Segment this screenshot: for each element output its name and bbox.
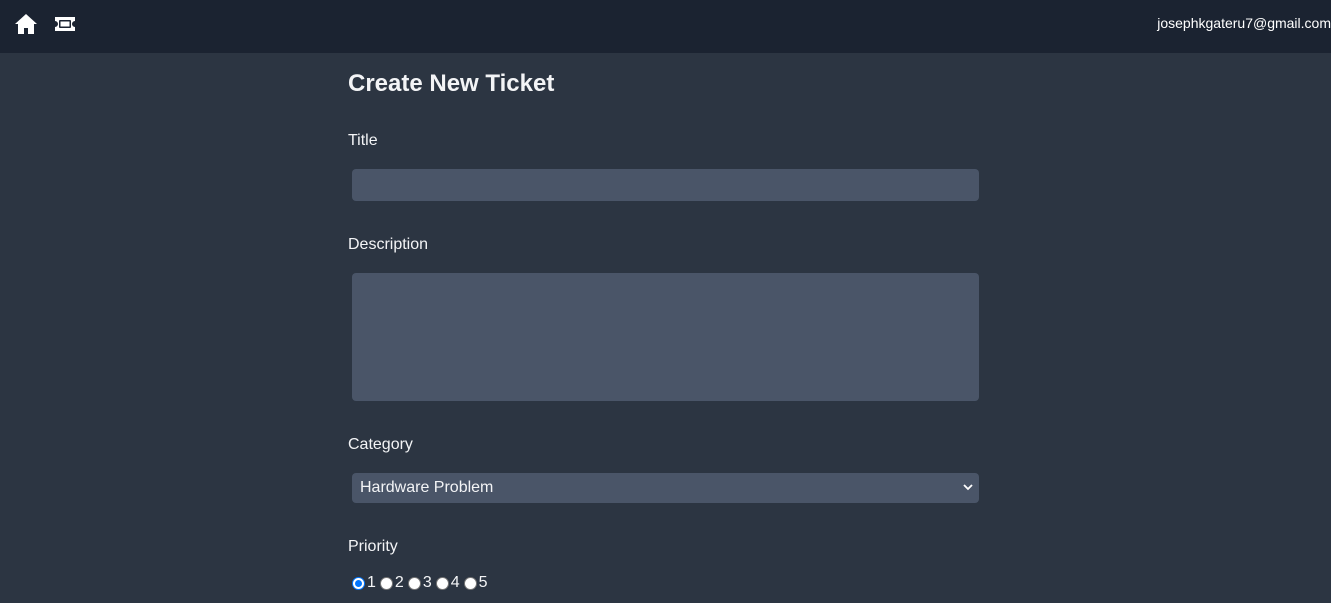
priority-label: Priority xyxy=(348,538,398,555)
home-icon[interactable] xyxy=(13,12,39,36)
priority-radio-4[interactable] xyxy=(435,576,449,590)
description-textarea[interactable] xyxy=(352,273,979,401)
ticket-icon[interactable] xyxy=(52,12,78,36)
user-email: josephkgateru7@gmail.com xyxy=(1157,15,1331,31)
priority-radio-2[interactable] xyxy=(379,576,393,590)
priority-radio-1[interactable] xyxy=(352,576,365,590)
top-navbar: josephkgateru7@gmail.com xyxy=(0,0,1331,53)
title-label: Title xyxy=(348,132,378,149)
priority-radio-3[interactable] xyxy=(407,576,421,590)
priority-radio-label: 5 xyxy=(478,574,488,591)
description-label: Description xyxy=(348,236,429,253)
title-input[interactable] xyxy=(352,169,979,201)
priority-radio-group: 1 2 3 4 5 xyxy=(352,573,492,593)
category-select[interactable]: Hardware Problem xyxy=(352,473,979,503)
category-label: Category xyxy=(348,436,413,453)
priority-radio-label: 2 xyxy=(394,574,404,591)
chevron-down-icon xyxy=(963,484,973,491)
priority-radio-label: 3 xyxy=(422,574,432,591)
priority-radio-label: 4 xyxy=(450,574,460,591)
priority-radio-label: 1 xyxy=(367,574,376,591)
page-title: Create New Ticket xyxy=(348,70,555,97)
category-selected-value: Hardware Problem xyxy=(360,479,494,496)
priority-radio-5[interactable] xyxy=(463,576,477,590)
